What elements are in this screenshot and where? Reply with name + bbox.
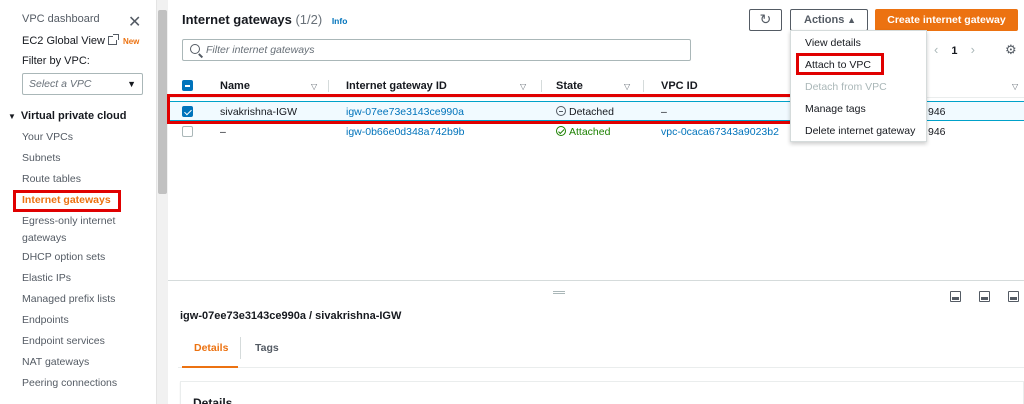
column-divider [643,80,644,92]
panel-bottom-icon[interactable] [950,291,961,302]
highlight-attach-to-vpc [796,53,884,75]
actions-label: Actions [804,14,845,26]
row-vpc-id-link[interactable]: vpc-0caca67343a9023b2 [661,126,779,138]
sort-icon[interactable]: ▽ [1012,82,1018,91]
scrollbar-thumb[interactable] [158,10,167,194]
caret-down-icon: ▼ [127,79,136,89]
sort-icon[interactable]: ▽ [624,82,630,91]
refresh-icon: ↻ [759,11,772,27]
details-card-title: Details [193,396,233,404]
global-view-label: EC2 Global View [22,35,105,47]
tab-details[interactable]: Details [194,342,228,354]
row-checkbox[interactable] [182,126,193,137]
column-divider [541,80,542,92]
sort-icon[interactable]: ▽ [520,82,526,91]
close-icon[interactable]: ✕ [128,12,141,32]
sidebar-scrollbar[interactable] [156,0,168,404]
row-owner: 946 [928,106,946,118]
column-divider [328,80,329,92]
select-all-checkbox[interactable] [182,80,193,91]
filter-by-vpc-label: Filter by VPC: [22,55,90,67]
page-number[interactable]: 1 [951,45,957,57]
sidebar-item-endpoint-services[interactable]: Endpoint services [22,333,105,350]
row-state: Attached [556,126,610,138]
column-vpc-id[interactable]: VPC ID [661,80,698,92]
highlight-internet-gateways [13,190,121,212]
details-card: Details [180,381,1024,404]
row-name: – [220,126,226,138]
resize-handle[interactable] [553,291,565,294]
filter-search-input[interactable]: Filter internet gateways [182,39,691,61]
sidebar-item-endpoints[interactable]: Endpoints [22,312,69,329]
row-gateway-id-link[interactable]: igw-0b66e0d348a742b9b [346,126,465,138]
search-placeholder: Filter internet gateways [206,44,315,56]
sidebar-item-subnets[interactable]: Subnets [22,150,61,167]
selection-count: (1/2) [295,12,323,27]
sidebar-item-nat-gateways[interactable]: NAT gateways [22,354,89,371]
info-link[interactable]: Info [332,16,348,26]
sidebar-item-your-vpcs[interactable]: Your VPCs [22,129,73,146]
column-internet-gateway-id[interactable]: Internet gateway ID [346,80,447,92]
refresh-button[interactable]: ↻ [749,9,782,31]
active-tab-indicator [182,366,238,368]
actions-dropdown-menu: View details Attach to VPC Detach from V… [790,30,927,142]
highlight-selected-row [167,94,794,124]
chevron-right-icon[interactable]: › [971,42,975,57]
sidebar-item-dhcp-option-sets[interactable]: DHCP option sets [22,249,105,266]
check-circle-icon [556,126,566,136]
tabs-divider-line [178,367,1024,368]
sidebar-item-egress-only-internet-gateways[interactable]: Egress-only internet gateways [22,213,132,247]
detail-panel-title: igw-07ee73e3143ce990a / sivakrishna-IGW [180,310,402,322]
sidebar-item-elastic-ips[interactable]: Elastic IPs [22,270,71,287]
menu-item-view-details[interactable]: View details [805,37,861,49]
panel-close-icon[interactable] [1008,291,1019,302]
caret-down-icon: ▼ [8,112,16,121]
sidebar-item-vpc-dashboard[interactable]: VPC dashboard [22,13,100,25]
row-owner: 946 [928,126,946,138]
detail-split-panel: igw-07ee73e3143ce990a / sivakrishna-IGW … [168,280,1024,404]
gear-icon[interactable]: ⚙ [1005,42,1017,58]
panel-side-icon[interactable] [979,291,990,302]
actions-button[interactable]: Actions ▲ [790,9,868,31]
page-title-text: Internet gateways [182,12,292,27]
section-virtual-private-cloud[interactable]: ▼ Virtual private cloud [8,110,126,122]
search-icon [190,44,200,54]
row-state-text: Attached [569,126,611,138]
sidebar-item-managed-prefix-lists[interactable]: Managed prefix lists [22,291,115,308]
tab-divider [240,337,241,359]
sidebar-item-ec2-global-view[interactable]: EC2 Global View New [22,34,140,47]
vpc-filter-select[interactable]: Select a VPC ▼ [22,73,143,95]
new-badge: New [122,37,140,46]
caret-up-icon: ▲ [847,15,856,25]
tab-tags[interactable]: Tags [255,342,279,354]
vpc-console: VPC dashboard ✕ EC2 Global View New Filte… [0,0,1024,404]
sidebar-item-peering-connections[interactable]: Peering connections [22,375,117,392]
create-internet-gateway-button[interactable]: Create internet gateway [875,9,1018,31]
page-title: Internet gateways (1/2) Info [182,12,347,27]
column-state[interactable]: State [556,80,583,92]
pagination: ‹ 1 › [934,42,985,57]
chevron-left-icon[interactable]: ‹ [934,42,938,57]
sort-icon[interactable]: ▽ [311,82,317,91]
column-name[interactable]: Name [220,80,250,92]
sidebar-item-route-tables[interactable]: Route tables [22,171,81,188]
menu-item-manage-tags[interactable]: Manage tags [805,103,866,115]
vpc-filter-placeholder: Select a VPC [29,78,92,90]
menu-item-detach-from-vpc: Detach from VPC [805,81,887,93]
menu-item-delete-internet-gateway[interactable]: Delete internet gateway [805,125,915,137]
external-link-icon [107,34,119,45]
section-label: Virtual private cloud [20,110,127,122]
